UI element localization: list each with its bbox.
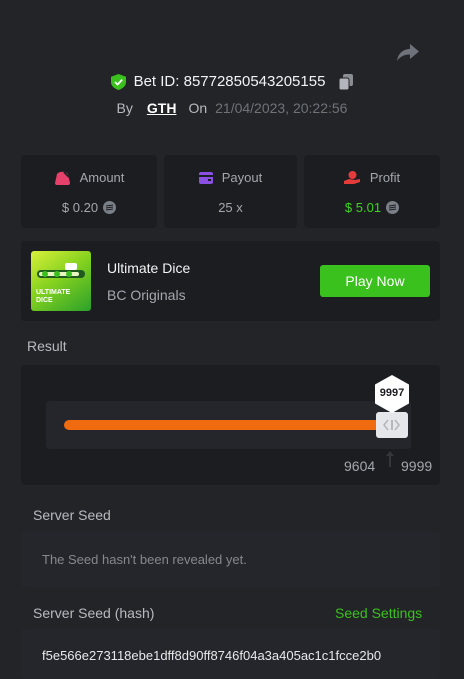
game-thumbnail[interactable]: ULTIMATE DICE (31, 251, 91, 311)
server-seed-label: Server Seed (33, 507, 111, 523)
profit-box: Profit $ 5.01 (304, 155, 440, 228)
server-seed-hash: f5e566e273118ebe1dff8d90ff8746f04a3a405a… (42, 648, 382, 663)
result-panel: 9997 9604 9999 (21, 365, 440, 485)
seed-settings-link[interactable]: Seed Settings (335, 605, 422, 621)
wallet-icon (198, 171, 213, 184)
slider-handle[interactable] (376, 412, 408, 438)
range-marker-icon (386, 451, 394, 467)
amount-box: Amount $ 0.20 (21, 155, 157, 228)
result-label: Result (27, 338, 67, 354)
username-link[interactable]: GTH (147, 100, 177, 116)
server-seed-hash-box[interactable]: f5e566e273118ebe1dff8d90ff8746f04a3a405a… (21, 629, 440, 679)
profit-value: $ 5.01 (344, 200, 382, 215)
game-name[interactable]: Ultimate Dice (107, 260, 190, 276)
thumbnail-caption: ULTIMATE DICE (36, 289, 71, 304)
bet-datetime: 21/04/2023, 20:22:56 (215, 100, 348, 116)
bag-icon (54, 170, 70, 185)
server-seed-text: The Seed hasn't been revealed yet. (42, 552, 247, 567)
game-provider: BC Originals (107, 287, 186, 303)
payout-label: Payout (221, 170, 263, 185)
result-track (46, 401, 411, 449)
profit-label: Profit (369, 170, 401, 185)
game-card: ULTIMATE DICE Ultimate Dice BC Originals… (21, 241, 440, 321)
bet-meta: By GTH On 21/04/2023, 20:22:56 (0, 100, 464, 116)
play-now-button[interactable]: Play Now (320, 265, 430, 297)
roll-value: 9997 (379, 387, 405, 399)
result-bar (64, 420, 384, 430)
hand-coin-icon (343, 170, 360, 184)
server-seed-box: The Seed hasn't been revealed yet. (21, 531, 440, 587)
payout-value: 25 x (218, 200, 243, 215)
coin-icon (103, 201, 117, 214)
range-low: 9604 (344, 458, 376, 474)
on-label: On (188, 100, 208, 116)
verified-shield-icon (110, 73, 126, 90)
bet-id: Bet ID: 85772850543205155 (133, 73, 326, 90)
roll-value-badge: 9997 (374, 375, 410, 413)
server-seed-hash-label: Server Seed (hash) (33, 605, 155, 621)
drag-arrows-icon (383, 419, 401, 431)
bet-id-row: Bet ID: 85772850543205155 (0, 73, 464, 90)
coin-icon (386, 201, 400, 214)
share-icon[interactable] (396, 42, 420, 64)
copy-icon[interactable] (339, 73, 354, 90)
amount-label: Amount (79, 170, 125, 185)
dice-slider-graphic (37, 263, 85, 278)
range-high: 9999 (401, 458, 433, 474)
amount-value: $ 0.20 (61, 200, 99, 215)
by-label: By (116, 100, 133, 116)
payout-box: Payout 25 x (164, 155, 297, 228)
